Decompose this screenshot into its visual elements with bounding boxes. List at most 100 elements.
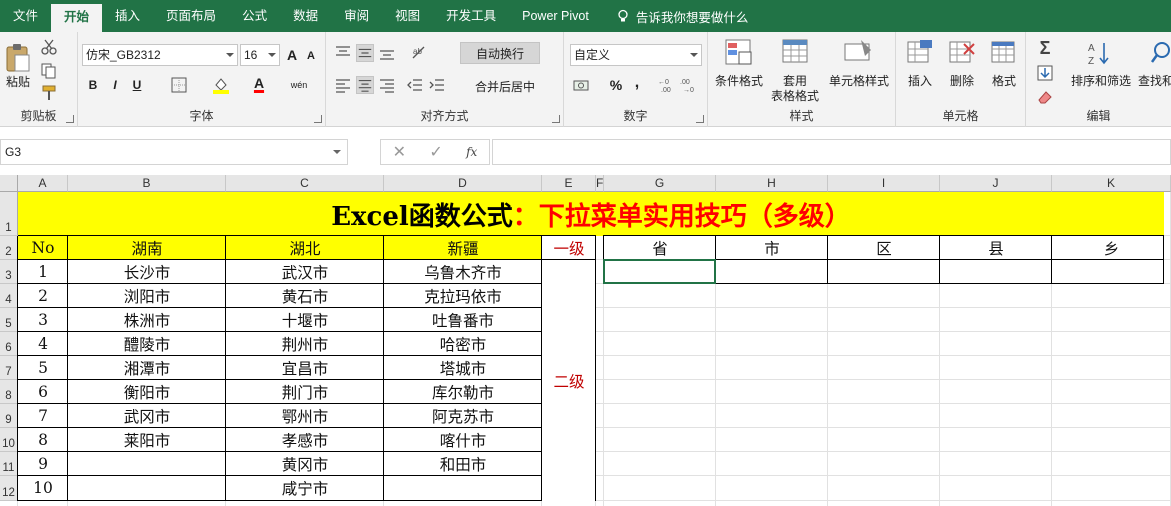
right-header-cell[interactable]: 县 bbox=[940, 236, 1052, 260]
format-cells-icon[interactable] bbox=[990, 38, 1018, 68]
merge-center-button[interactable]: 合并后居中 bbox=[460, 76, 550, 96]
format-as-table-icon[interactable] bbox=[781, 38, 811, 68]
column-header-A[interactable]: A bbox=[18, 175, 68, 192]
borders-icon[interactable] bbox=[170, 76, 188, 94]
tab-page-layout[interactable]: 页面布局 bbox=[153, 0, 229, 32]
right-header-cell[interactable]: 乡 bbox=[1052, 236, 1171, 260]
data-cell[interactable] bbox=[384, 476, 542, 500]
paste-button[interactable]: 粘贴 bbox=[2, 36, 34, 96]
data-cell[interactable]: 阿克苏市 bbox=[384, 404, 542, 428]
align-top-icon[interactable] bbox=[334, 44, 352, 62]
header-cell[interactable]: 湖南 bbox=[68, 236, 226, 260]
sort-filter-icon[interactable]: AZ bbox=[1086, 40, 1116, 68]
align-bottom-icon[interactable] bbox=[378, 44, 396, 62]
fill-down-icon[interactable] bbox=[1036, 64, 1054, 82]
column-header-D[interactable]: D bbox=[384, 175, 542, 192]
data-cell[interactable]: 10 bbox=[18, 476, 68, 500]
data-cell[interactable]: 4 bbox=[18, 332, 68, 356]
row-header-1[interactable]: 1 bbox=[0, 192, 18, 236]
font-name-select[interactable]: 仿宋_GB2312 bbox=[82, 44, 238, 66]
data-cell[interactable]: 1 bbox=[18, 260, 68, 284]
data-cell[interactable]: 衡阳市 bbox=[68, 380, 226, 404]
data-cell[interactable]: 喀什市 bbox=[384, 428, 542, 452]
row-header-2[interactable]: 2 bbox=[0, 236, 18, 260]
delete-cells-icon[interactable] bbox=[948, 38, 976, 68]
sheet-title[interactable]: Excel函数公式 ：下拉菜单实用技巧（多级） bbox=[18, 192, 1164, 236]
cell-styles-icon[interactable] bbox=[843, 38, 873, 68]
number-launcher-icon[interactable] bbox=[696, 115, 704, 123]
tab-power-pivot[interactable]: Power Pivot bbox=[509, 0, 602, 32]
formula-input[interactable] bbox=[492, 139, 1171, 165]
data-cell[interactable]: 莱阳市 bbox=[68, 428, 226, 452]
align-right-icon[interactable] bbox=[378, 76, 396, 94]
row-header-12[interactable]: 12 bbox=[0, 476, 18, 501]
row-header-7[interactable]: 7 bbox=[0, 356, 18, 380]
insert-cells-icon[interactable] bbox=[906, 38, 934, 68]
level1-label[interactable]: 一级 bbox=[542, 236, 596, 260]
column-header-B[interactable]: B bbox=[68, 175, 226, 192]
number-format-select[interactable]: 自定义 bbox=[570, 44, 702, 66]
data-cell[interactable]: 浏阳市 bbox=[68, 284, 226, 308]
right-header-cell[interactable]: 省 bbox=[604, 236, 716, 260]
row-header-11[interactable]: 11 bbox=[0, 452, 18, 476]
cell-styles-label[interactable]: 单元格样式 bbox=[824, 72, 894, 89]
increase-indent-icon[interactable] bbox=[428, 76, 446, 94]
data-cell[interactable]: 乌鲁木齐市 bbox=[384, 260, 542, 284]
column-header-C[interactable]: C bbox=[226, 175, 384, 192]
data-cell[interactable]: 荆州市 bbox=[226, 332, 384, 356]
level2-label[interactable]: 二级 bbox=[542, 260, 596, 501]
format-painter-icon[interactable] bbox=[40, 84, 58, 102]
data-cell[interactable]: 吐鲁番市 bbox=[384, 308, 542, 332]
data-cell[interactable]: 克拉玛依市 bbox=[384, 284, 542, 308]
row-header-3[interactable]: 3 bbox=[0, 260, 18, 284]
column-header-G[interactable]: G bbox=[604, 175, 716, 192]
column-header-E[interactable]: E bbox=[542, 175, 596, 192]
data-cell[interactable]: 5 bbox=[18, 356, 68, 380]
right-header-cell[interactable]: 市 bbox=[716, 236, 828, 260]
data-cell[interactable]: 孝感市 bbox=[226, 428, 384, 452]
clipboard-launcher-icon[interactable] bbox=[66, 115, 74, 123]
data-cell[interactable]: 醴陵市 bbox=[68, 332, 226, 356]
align-center-icon[interactable] bbox=[356, 76, 374, 94]
header-cell[interactable]: No bbox=[18, 236, 68, 260]
autosum-icon[interactable]: Σ bbox=[1036, 38, 1054, 58]
data-cell[interactable]: 9 bbox=[18, 452, 68, 476]
tab-view[interactable]: 视图 bbox=[382, 0, 433, 32]
tab-review[interactable]: 审阅 bbox=[331, 0, 382, 32]
data-cell[interactable] bbox=[68, 452, 226, 476]
phonetic-button[interactable]: wén bbox=[288, 76, 310, 94]
tab-insert[interactable]: 插入 bbox=[102, 0, 153, 32]
data-cell[interactable]: 7 bbox=[18, 404, 68, 428]
data-cell[interactable]: 宜昌市 bbox=[226, 356, 384, 380]
data-cell[interactable] bbox=[68, 476, 226, 500]
header-cell[interactable]: 湖北 bbox=[226, 236, 384, 260]
tab-developer[interactable]: 开发工具 bbox=[433, 0, 509, 32]
tab-formulas[interactable]: 公式 bbox=[229, 0, 280, 32]
find-select-icon[interactable] bbox=[1150, 40, 1171, 68]
data-cell[interactable]: 武冈市 bbox=[68, 404, 226, 428]
data-cell[interactable]: 和田市 bbox=[384, 452, 542, 476]
column-header-K[interactable]: K bbox=[1052, 175, 1171, 192]
data-cell[interactable]: 塔城市 bbox=[384, 356, 542, 380]
name-box[interactable]: G3 bbox=[0, 139, 348, 165]
select-all-corner[interactable] bbox=[0, 175, 18, 192]
find-select-label[interactable]: 查找和 bbox=[1138, 72, 1171, 89]
font-color-button[interactable]: A bbox=[250, 74, 268, 92]
column-header-F[interactable]: F bbox=[596, 175, 604, 192]
format-as-table-label-2[interactable]: 表格格式 bbox=[764, 87, 826, 104]
data-cell[interactable]: 黄冈市 bbox=[226, 452, 384, 476]
fill-color-icon[interactable] bbox=[212, 76, 230, 94]
wrap-text-button[interactable]: 自动换行 bbox=[460, 42, 540, 64]
alignment-launcher-icon[interactable] bbox=[552, 115, 560, 123]
data-cell[interactable]: 哈密市 bbox=[384, 332, 542, 356]
orientation-icon[interactable]: ab bbox=[410, 44, 428, 62]
data-cell[interactable]: 湘潭市 bbox=[68, 356, 226, 380]
copy-icon[interactable] bbox=[40, 62, 58, 80]
data-cell[interactable]: 咸宁市 bbox=[226, 476, 384, 500]
column-header-I[interactable]: I bbox=[828, 175, 940, 192]
increase-decimal-icon[interactable]: ←0.00 bbox=[658, 76, 676, 94]
align-middle-icon[interactable] bbox=[356, 44, 374, 62]
decrease-indent-icon[interactable] bbox=[406, 76, 424, 94]
data-cell[interactable]: 长沙市 bbox=[68, 260, 226, 284]
selected-cell-g3[interactable] bbox=[603, 259, 716, 284]
